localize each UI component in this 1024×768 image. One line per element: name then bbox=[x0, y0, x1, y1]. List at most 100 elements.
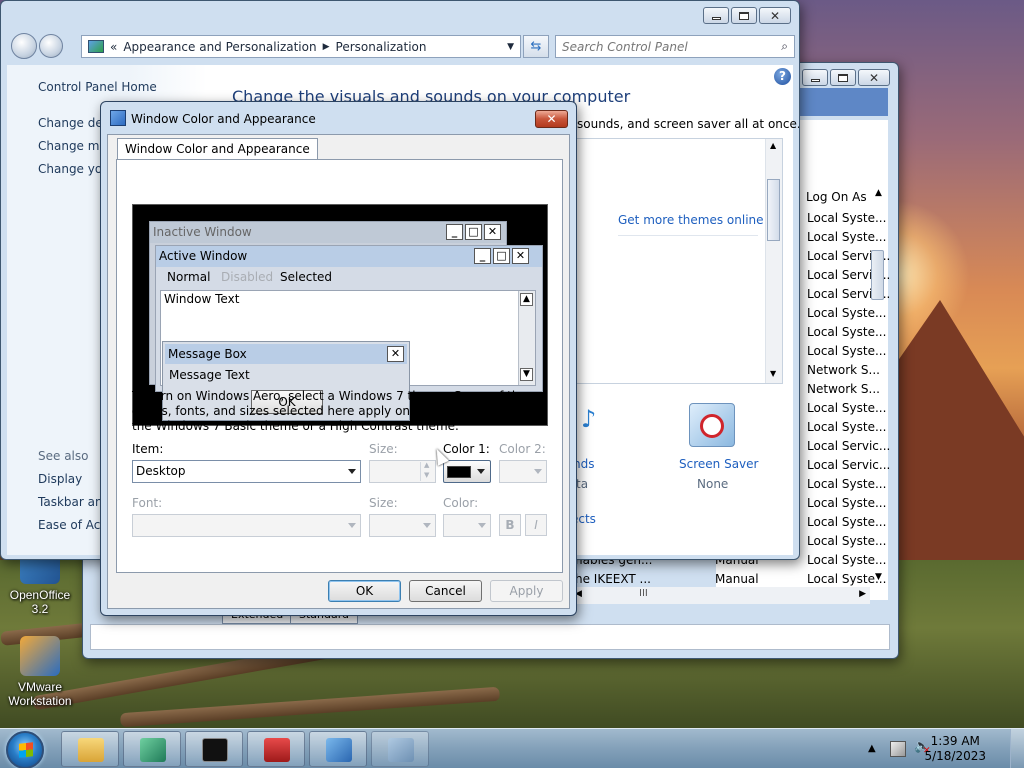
taskbar-toolbox[interactable] bbox=[247, 731, 305, 767]
scroll-down-icon[interactable]: ▼ bbox=[875, 572, 882, 582]
breadcrumb-chevron-icon[interactable]: ▶ bbox=[323, 42, 330, 52]
italic-button[interactable]: I bbox=[525, 514, 547, 536]
action-center-icon[interactable] bbox=[890, 741, 906, 757]
search-input[interactable]: Search Control Panel ⌕ bbox=[555, 35, 795, 58]
log-on-cell: Local Syste... bbox=[807, 306, 887, 320]
preview-active-controls: _ □ ✕ bbox=[474, 248, 529, 264]
start-button[interactable] bbox=[6, 731, 44, 768]
side-link[interactable]: Change des bbox=[38, 116, 109, 130]
preview-maximize-icon: □ bbox=[465, 224, 482, 240]
taskbar-clock[interactable]: 1:39 AM 5/18/2023 bbox=[924, 734, 986, 764]
sounds-icon[interactable]: ♪ bbox=[575, 405, 601, 443]
item-label: Item: bbox=[132, 442, 164, 456]
item-select[interactable]: Desktop bbox=[132, 460, 361, 483]
screen-saver-icon[interactable] bbox=[689, 403, 735, 447]
preview-msgbox-title: Message Box bbox=[165, 344, 407, 364]
horizontal-scrollbar[interactable]: III ◀ ▶ bbox=[575, 587, 870, 604]
help-icon[interactable]: ? bbox=[774, 68, 791, 85]
spin-down-icon: ▼ bbox=[424, 471, 430, 479]
show-desktop-button[interactable] bbox=[1010, 729, 1024, 768]
preview-close-icon: ✕ bbox=[387, 346, 404, 362]
address-bar[interactable]: « Appearance and Personalization ▶ Perso… bbox=[81, 35, 521, 58]
apply-button[interactable]: Apply bbox=[490, 580, 563, 602]
taskbar-services[interactable] bbox=[123, 731, 181, 767]
preview-menu-normal: Normal bbox=[167, 270, 211, 284]
minimize-button[interactable] bbox=[703, 7, 729, 24]
preview-close-icon: ✕ bbox=[484, 224, 501, 240]
maximize-button[interactable] bbox=[830, 69, 856, 86]
taskbar: ▲ 🔈 ✕ 1:39 AM 5/18/2023 bbox=[0, 728, 1024, 768]
control-panel-home-link[interactable]: Control Panel Home bbox=[38, 80, 157, 94]
log-on-cell: Local Syste... bbox=[807, 515, 887, 529]
toolbox-icon bbox=[264, 738, 290, 762]
breadcrumb-appearance[interactable]: Appearance and Personalization bbox=[123, 40, 316, 54]
taskbar-explorer[interactable] bbox=[61, 731, 119, 767]
scroll-down-icon[interactable]: ▼ bbox=[770, 369, 776, 378]
dialog-body: Window Color and Appearance Inactive Win… bbox=[107, 134, 570, 609]
forward-button[interactable] bbox=[39, 34, 63, 58]
themes-scroll-thumb[interactable] bbox=[767, 179, 780, 241]
side-link[interactable]: Change mo bbox=[38, 139, 107, 153]
font-label: Font: bbox=[132, 496, 163, 510]
themes-divider bbox=[618, 235, 758, 236]
vmware-icon bbox=[20, 636, 60, 676]
close-button[interactable]: ✕ bbox=[858, 69, 890, 86]
font-size-label: Size: bbox=[369, 496, 398, 510]
log-on-cell: Local Servic... bbox=[807, 439, 891, 453]
cancel-button[interactable]: Cancel bbox=[409, 580, 482, 602]
item-size-spinner[interactable]: ▲ ▼ bbox=[369, 460, 436, 483]
log-on-cell: Network S... bbox=[807, 382, 880, 396]
ok-button[interactable]: OK bbox=[328, 580, 401, 602]
scroll-up-icon[interactable]: ▲ bbox=[770, 141, 776, 150]
window-color-dialog: Window Color and Appearance ✕ Window Col… bbox=[100, 101, 577, 616]
themes-scrollbar[interactable]: ▲ ▼ bbox=[765, 139, 782, 383]
back-button[interactable] bbox=[11, 33, 37, 59]
minimize-button[interactable] bbox=[802, 69, 828, 86]
taskbar-cmd[interactable] bbox=[185, 731, 243, 767]
font-size-select[interactable] bbox=[369, 514, 436, 537]
preview-minimize-icon: _ bbox=[446, 224, 463, 240]
spinner-buttons[interactable]: ▲ ▼ bbox=[420, 461, 434, 481]
bold-button[interactable]: B bbox=[499, 514, 521, 536]
preview-inactive-controls: _ □ ✕ bbox=[446, 224, 501, 240]
taskbar-control-panel[interactable] bbox=[309, 731, 367, 767]
log-on-cell: Local Syste... bbox=[807, 534, 887, 548]
scroll-right-icon[interactable]: ▶ bbox=[859, 589, 866, 599]
column-header-log-on-as[interactable]: Log On As bbox=[806, 190, 867, 204]
screen-saver-value: None bbox=[697, 477, 729, 491]
color2-picker[interactable] bbox=[499, 460, 547, 483]
desktop-icon-label: VMware Workstation bbox=[8, 680, 72, 708]
tab-window-color[interactable]: Window Color and Appearance bbox=[117, 138, 318, 160]
clock-date: 5/18/2023 bbox=[924, 749, 986, 763]
control-panel-icon bbox=[88, 40, 104, 53]
address-dropdown-icon[interactable]: ▼ bbox=[507, 42, 514, 52]
status-bar bbox=[90, 624, 890, 650]
page-subtitle: sounds, and screen saver all at once. bbox=[577, 117, 800, 131]
taskbar-window-color[interactable] bbox=[371, 731, 429, 767]
preview-scroll-up-icon: ▲ bbox=[520, 293, 533, 306]
screen-saver-label[interactable]: Screen Saver bbox=[679, 457, 758, 471]
themes-panel: Get more themes online ▲ ▼ bbox=[567, 138, 783, 384]
close-button[interactable]: ✕ bbox=[759, 7, 791, 24]
dialog-app-icon bbox=[110, 110, 126, 126]
maximize-button[interactable] bbox=[731, 7, 757, 24]
see-also-display-link[interactable]: Display bbox=[38, 472, 82, 486]
log-on-cell: Local Syste... bbox=[807, 211, 887, 225]
preview-window-text: Window Text bbox=[164, 292, 240, 306]
maximize-icon bbox=[739, 11, 749, 20]
breadcrumb-personalization[interactable]: Personalization bbox=[336, 40, 427, 54]
chevron-down-icon bbox=[348, 469, 356, 474]
no-screen-saver-icon bbox=[700, 414, 724, 438]
breadcrumb-overflow[interactable]: « bbox=[110, 40, 117, 54]
chevron-down-icon bbox=[348, 523, 356, 528]
refresh-button[interactable]: ⇆ bbox=[523, 35, 549, 58]
show-hidden-icons[interactable]: ▲ bbox=[868, 743, 884, 759]
font-select[interactable] bbox=[132, 514, 361, 537]
color1-picker[interactable] bbox=[443, 460, 491, 483]
preview-menu-bar: Normal Disabled Selected bbox=[156, 270, 542, 288]
font-color-picker[interactable] bbox=[443, 514, 491, 537]
dialog-close-button[interactable]: ✕ bbox=[535, 110, 568, 128]
get-more-themes-link[interactable]: Get more themes online bbox=[618, 213, 764, 227]
vertical-scrollbar-thumb[interactable] bbox=[871, 250, 884, 300]
desktop-icon-vmware[interactable]: VMware Workstation bbox=[0, 636, 80, 708]
